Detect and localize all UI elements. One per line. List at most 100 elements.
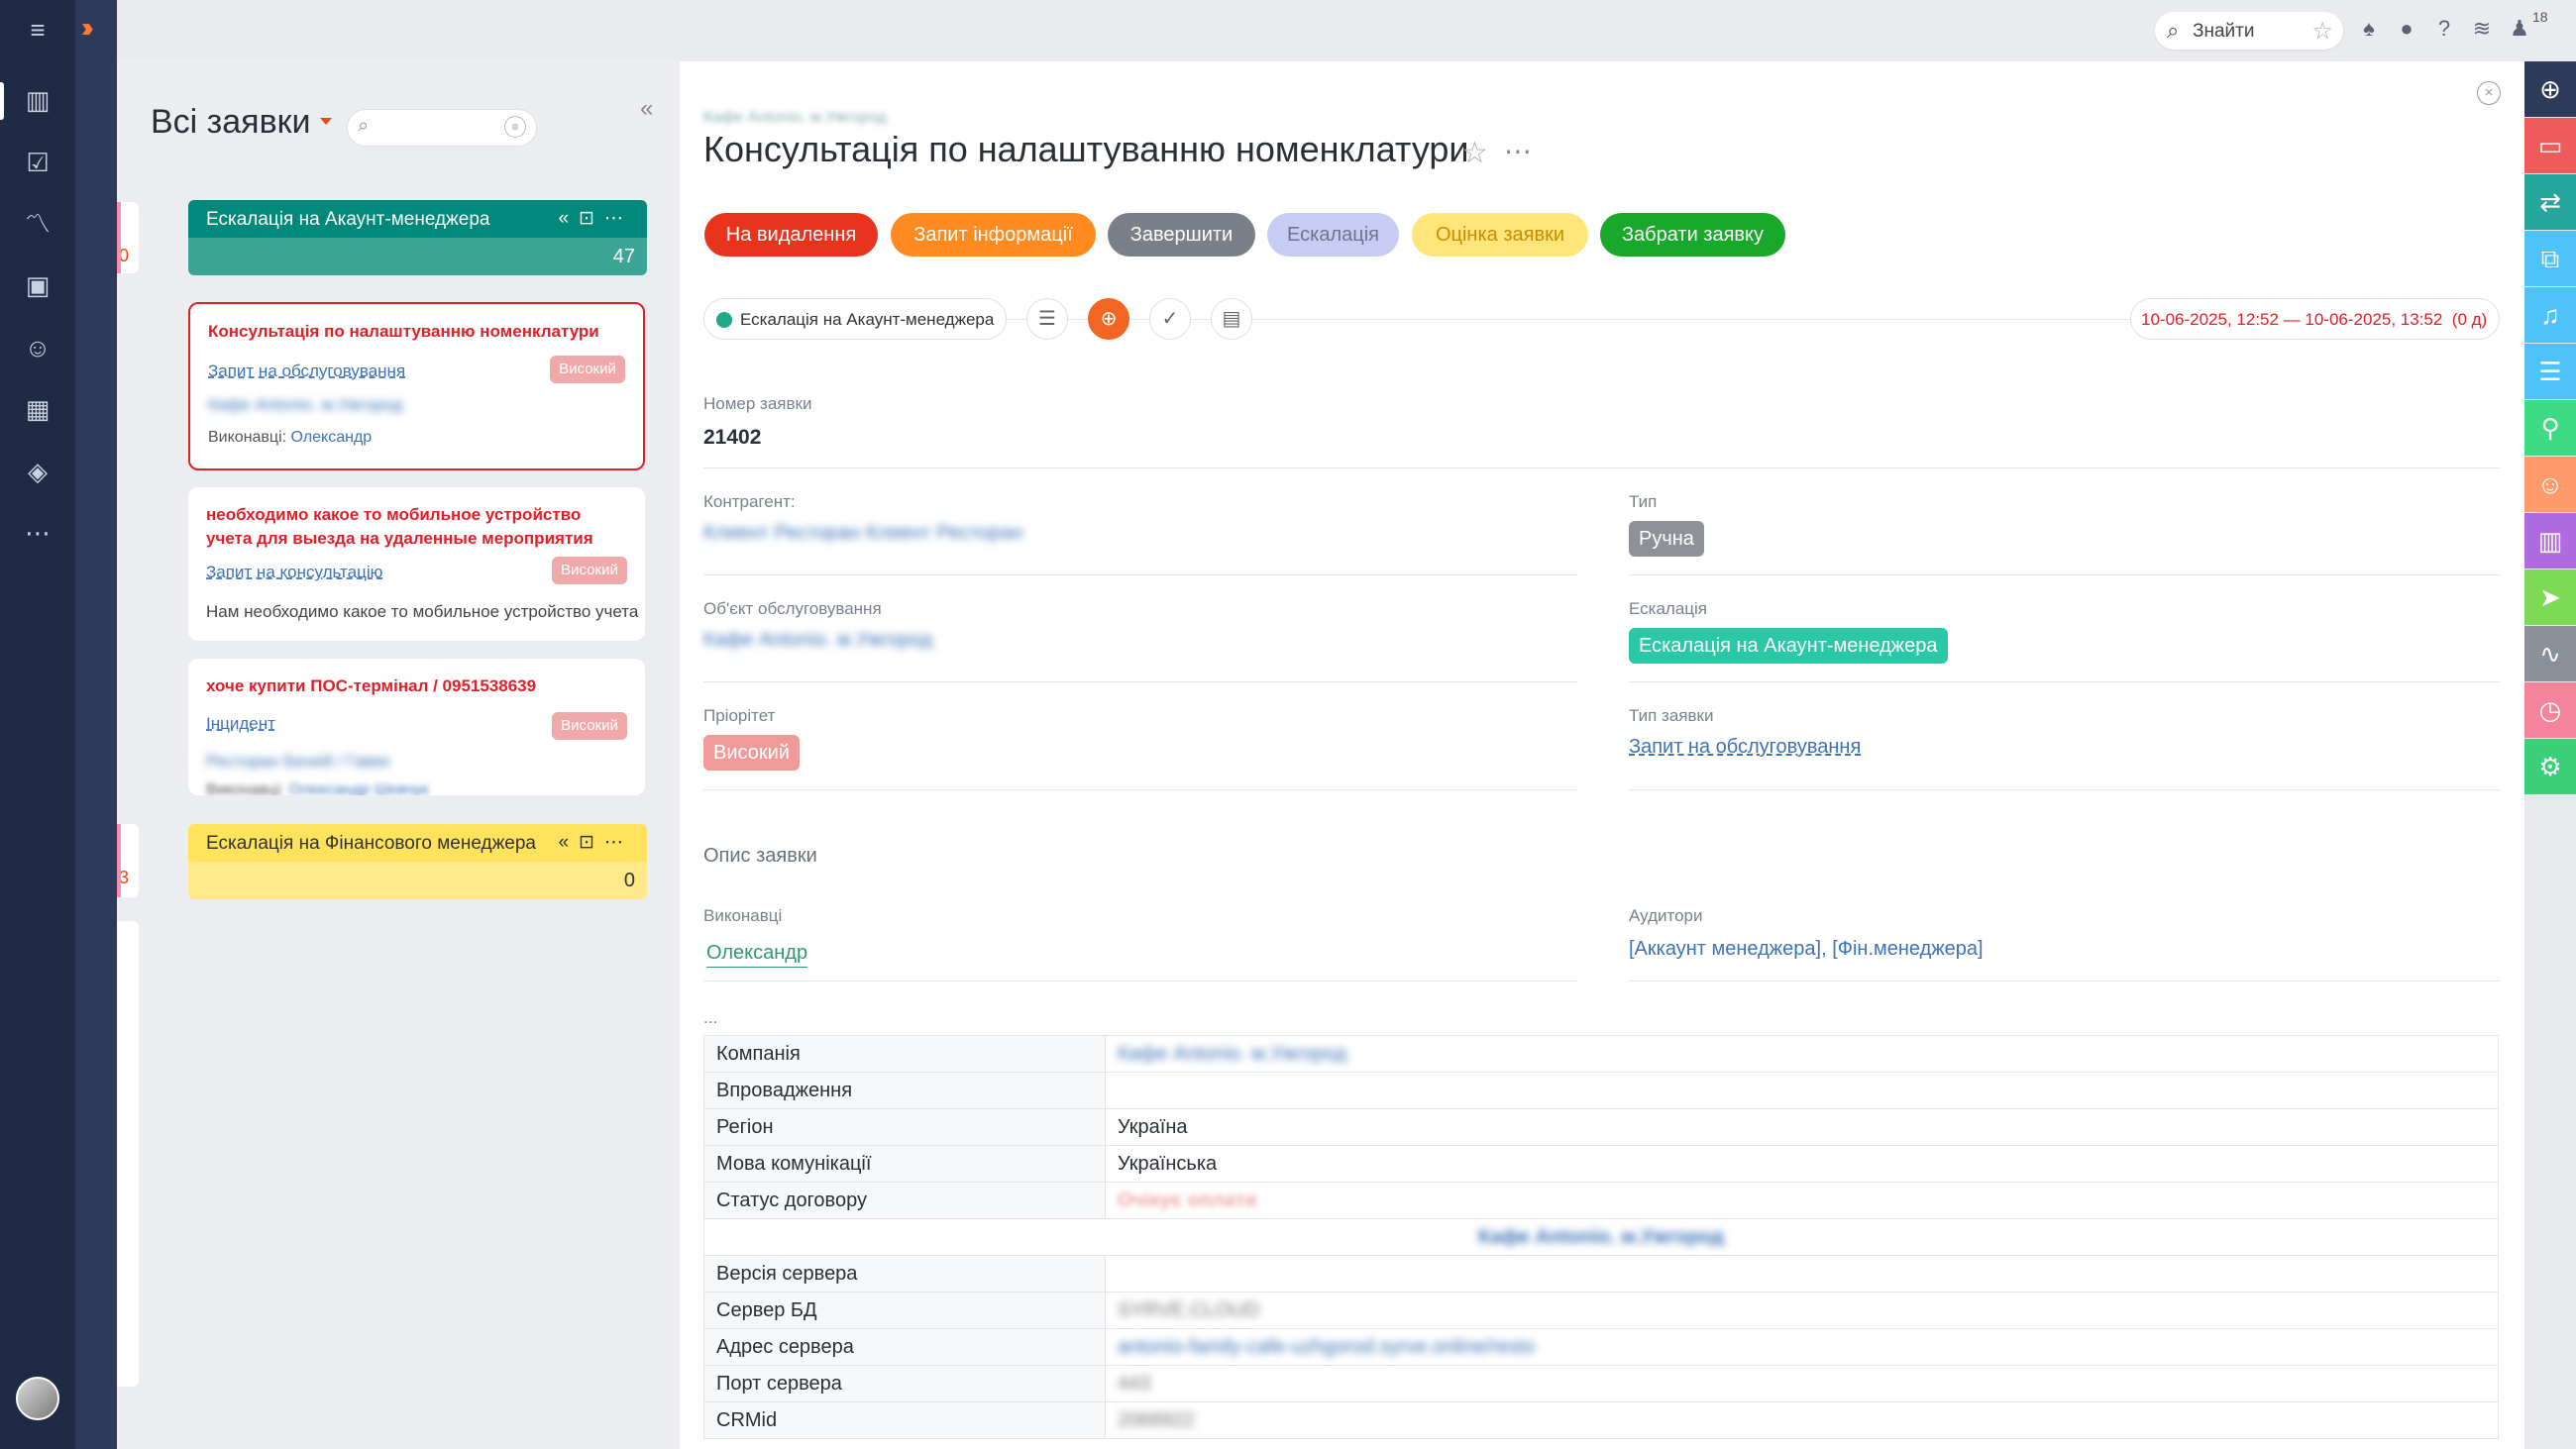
card-title[interactable]: Консультація по налаштуванню номенклатур…	[208, 320, 629, 344]
clock-icon[interactable]: ◷	[2524, 682, 2576, 738]
favorite-star-icon[interactable]: ☆	[1461, 136, 1488, 170]
table-key: Компанія	[703, 1035, 1106, 1073]
column-title: Ескалація на Фінансового менеджера	[206, 833, 536, 854]
kanban-search-input[interactable]: ⌕ ≡	[347, 109, 537, 147]
more-icon[interactable]: ⋯	[1504, 135, 1534, 167]
auditors-label: Аудитори	[1629, 906, 1703, 925]
table-key: Регіон	[703, 1108, 1106, 1146]
tasks-icon[interactable]: ☑	[20, 145, 55, 180]
column-title: Ескалація на Акаунт-менеджера	[206, 209, 490, 230]
card-type[interactable]: Запит на консультацію	[206, 563, 382, 582]
list-icon[interactable]: ☰	[1026, 298, 1068, 340]
bell-icon[interactable]: ♫	[2524, 287, 2576, 343]
star-icon[interactable]: ☆	[2311, 17, 2333, 46]
table-row: Версія сервера	[703, 1255, 2499, 1293]
close-icon[interactable]: ×	[2477, 81, 2501, 105]
executor-name[interactable]: Олександр	[291, 429, 373, 446]
complete-button[interactable]: Завершити	[1108, 213, 1255, 257]
client-link[interactable]: Клиент Ресторан Клиент Ресторан	[703, 522, 1022, 545]
column-header-account-manager[interactable]: Ескалація на Акаунт-менеджера «⊡⋯	[188, 200, 647, 238]
stage-selector[interactable]: Ескалація на Акаунт-менеджера	[703, 298, 1007, 340]
info-icon[interactable]: ●	[2392, 14, 2421, 44]
calendar-icon[interactable]: ▦	[20, 391, 55, 427]
column-tools[interactable]: «⊡⋯	[559, 207, 634, 230]
expand-bar[interactable]: ››	[75, 0, 117, 1449]
divider	[703, 681, 1577, 682]
escalation-button[interactable]: Ескалація	[1267, 213, 1399, 257]
date-range[interactable]: 10-06-2025, 12:52 — 10-06-2025, 13:52 (0…	[2130, 298, 2500, 340]
layers-icon[interactable]: ◈	[20, 454, 55, 489]
card-title[interactable]: необходимо какое то мобильное устройство…	[206, 503, 627, 551]
comments-icon[interactable]: ▤	[1211, 298, 1252, 340]
process-icon[interactable]: ⊕	[1088, 298, 1129, 340]
check-icon[interactable]: ✓	[1149, 298, 1191, 340]
take-request-button[interactable]: Забрати заявку	[1600, 213, 1785, 257]
collapse-icon[interactable]: «	[640, 95, 653, 123]
escalation-badge[interactable]: Ескалація на Акаунт-менеджера	[1629, 628, 1948, 664]
auditor-link[interactable]: [Фін.менеджера]	[1832, 938, 1983, 960]
table-value	[1105, 1255, 2499, 1293]
table-row: Статус договору Очікує оплати	[703, 1182, 2499, 1219]
chart-icon[interactable]: ▥	[2524, 513, 2576, 569]
analytics-icon[interactable]: 〽	[20, 206, 55, 242]
documents-icon[interactable]: ⧉	[2524, 231, 2576, 286]
activity-icon[interactable]: ∿	[2524, 626, 2576, 681]
process-icon[interactable]: ⊕	[2524, 61, 2576, 117]
left-navigation: ≡ ▥ ☑ 〽 ▣ ☺ ▦ ◈ ⋯	[0, 0, 75, 1449]
card-type[interactable]: Запит на обслуговування	[208, 362, 405, 381]
executor-link[interactable]: Олександр	[706, 942, 808, 968]
rate-request-button[interactable]: Оцінка заявки	[1412, 213, 1588, 257]
inbox-icon[interactable]: ▣	[20, 267, 55, 303]
executor-name[interactable]: Олександр Шевчук	[289, 781, 429, 795]
column-tools[interactable]: «⊡⋯	[559, 831, 634, 854]
rocket-icon[interactable]: ♠	[2354, 14, 2384, 44]
prev-column-marker-2	[117, 824, 121, 897]
contacts-icon[interactable]: ☺	[20, 330, 55, 365]
send-icon[interactable]: ➤	[2524, 569, 2576, 625]
user-avatar[interactable]	[16, 1377, 59, 1420]
caret-down-icon[interactable]	[320, 118, 332, 125]
clipboard-icon[interactable]: ☰	[2524, 344, 2576, 399]
breadcrumb[interactable]: Кафе Antonio. м.Ужгород	[703, 109, 887, 127]
user-icon[interactable]: ♟	[2505, 14, 2534, 44]
task-card[interactable]: хоче купити ПОС-термінал / 0951538639 Ін…	[188, 659, 645, 795]
notifications-badge: 18	[2532, 9, 2548, 25]
task-card[interactable]: Консультація по налаштуванню номенклатур…	[188, 302, 645, 470]
table-value[interactable]: Кафе Antonio. м.Ужгород	[1105, 1035, 2499, 1073]
task-card[interactable]: необходимо какое то мобильное устройство…	[188, 487, 645, 641]
kanban-title[interactable]: Всі заявки	[151, 103, 311, 142]
executors-label: Виконавці:	[208, 429, 287, 446]
delete-button[interactable]: На видалення	[704, 213, 878, 257]
column-header-finance-manager[interactable]: Ескалація на Фінансового менеджера «⊡⋯	[188, 824, 647, 862]
kanban-icon[interactable]: ▥	[20, 82, 55, 118]
card-client[interactable]: Кафе Antonio. м.Ужгород	[208, 395, 402, 415]
table-value	[1105, 1072, 2499, 1109]
monitor-icon[interactable]: ▭	[2524, 118, 2576, 173]
contact-icon[interactable]: ☺	[2524, 457, 2576, 512]
settings-icon[interactable]: ⚙	[2524, 739, 2576, 794]
chevrons-right-icon[interactable]: ››	[81, 12, 93, 44]
layers-icon[interactable]: ≋	[2467, 14, 2497, 44]
object-link[interactable]: Кафе Antonio. м.Ужгород	[703, 629, 932, 652]
card-title[interactable]: хоче купити ПОС-термінал / 0951538639	[206, 674, 627, 698]
table-row: Адрес сервера antonio-family-cafe-uzhgoro…	[703, 1328, 2499, 1366]
auditor-link[interactable]: [Аккаунт менеджера]	[1629, 938, 1821, 960]
global-search[interactable]: ⌕ Знайти ☆	[2155, 12, 2343, 50]
filter-icon[interactable]: ≡	[504, 116, 526, 138]
page-title: Консультація по налаштуванню номенклатур…	[703, 129, 1469, 169]
request-info-button[interactable]: Запит інформації	[891, 213, 1096, 257]
card-description: Нам необходимо какое то мобильное устрой…	[206, 602, 639, 621]
more-icon[interactable]: ⋯	[20, 515, 55, 551]
search-icon[interactable]: ⚲	[2524, 400, 2576, 456]
card-type[interactable]: Інцидент	[206, 714, 275, 734]
request-type-link[interactable]: Запит на обслуговування	[1629, 736, 1861, 759]
table-value[interactable]: antonio-family-cafe-uzhgorod.syrve.onlin…	[1105, 1328, 2499, 1366]
priority-badge[interactable]: Високий	[703, 735, 800, 771]
transfer-icon[interactable]: ⇄	[2524, 174, 2576, 230]
divider	[703, 789, 1577, 790]
date-range-text: 10-06-2025, 12:52 — 10-06-2025, 13:52 (0…	[2141, 310, 2487, 330]
menu-icon[interactable]: ≡	[20, 12, 55, 48]
card-client[interactable]: Ресторан Беней / Гавке	[206, 752, 390, 772]
type-badge[interactable]: Ручна	[1629, 521, 1704, 557]
help-icon[interactable]: ?	[2429, 14, 2459, 44]
